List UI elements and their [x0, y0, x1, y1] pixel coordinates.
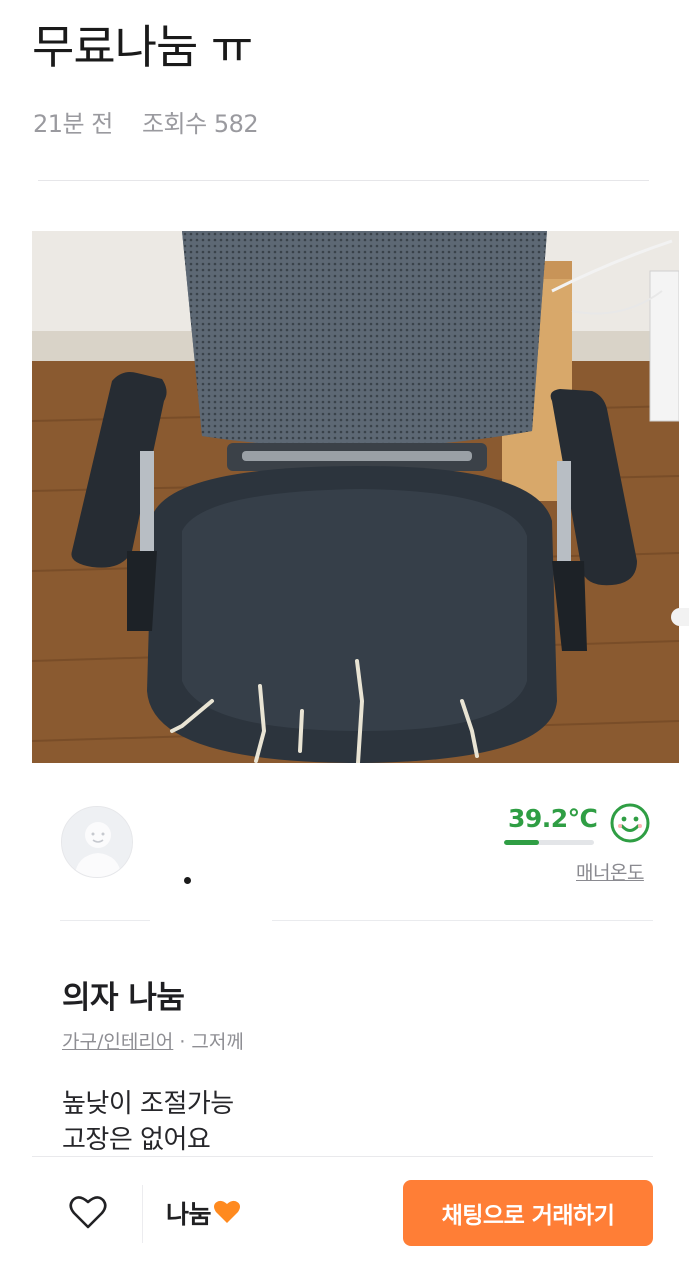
meta-separator: · — [173, 1031, 192, 1053]
category-link[interactable]: 가구/인테리어 — [62, 1031, 173, 1053]
divider — [60, 920, 150, 921]
chair-photo-illustration — [32, 231, 679, 763]
default-avatar-icon — [62, 807, 132, 877]
bottom-action-bar: 나눔 채팅으로 거래하기 — [32, 1156, 653, 1280]
seller-name-placeholder — [184, 877, 191, 884]
posted-time: 그저께 — [191, 1031, 244, 1053]
manner-temperature-bar — [504, 840, 594, 845]
view-count: 조회수 582 — [141, 110, 259, 138]
manner-temperature: 39.2℃ — [508, 804, 598, 833]
page-title: 무료나눔 ㅠ — [32, 20, 253, 74]
post-body-line: 고장은 없어요 — [62, 1125, 211, 1155]
price-text: 나눔 — [166, 1200, 212, 1229]
orange-heart-icon — [214, 1200, 241, 1223]
chat-to-trade-button[interactable]: 채팅으로 거래하기 — [403, 1180, 653, 1246]
product-photo[interactable] — [32, 231, 679, 763]
price-label: 나눔 — [166, 1195, 241, 1231]
post-body: 높낮이 조절가능 고장은 없어요 — [62, 1086, 234, 1158]
manner-temperature-link[interactable]: 매너온도 — [576, 858, 644, 885]
post-category-row: 가구/인테리어 · 그저께 — [62, 1027, 244, 1054]
seller-profile[interactable]: 39.2℃ 매너온도 — [0, 790, 689, 910]
divider — [272, 920, 653, 921]
post-title: 의자 나눔 — [62, 980, 185, 1016]
avatar[interactable] — [61, 806, 133, 878]
manner-temperature-bar-fill — [504, 840, 540, 845]
time-ago: 21분 전 — [33, 110, 113, 138]
post-meta-header: 21분 전 조회수 582 — [33, 104, 280, 139]
post-body-line: 높낮이 조절가능 — [62, 1089, 234, 1119]
heart-icon[interactable] — [68, 1193, 108, 1233]
divider — [142, 1185, 143, 1243]
scroll-indicator — [671, 608, 689, 626]
divider — [38, 180, 649, 181]
smile-face-icon — [610, 803, 650, 843]
